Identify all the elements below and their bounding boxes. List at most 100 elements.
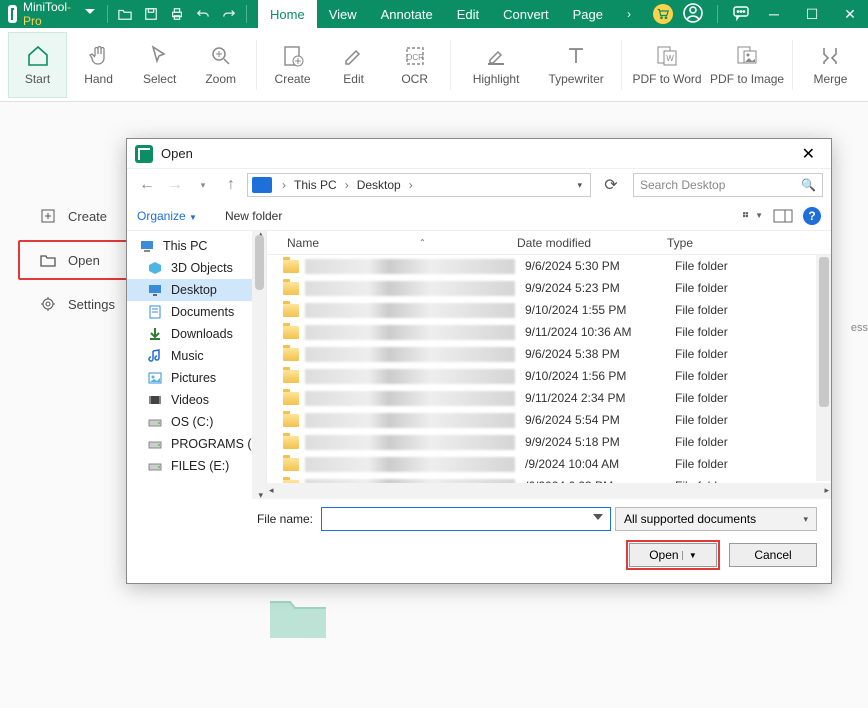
folder-icon — [283, 348, 299, 361]
file-row[interactable]: 9/6/2024 5:30 PMFile folder — [267, 255, 831, 277]
file-row[interactable]: 9/10/2024 1:55 PMFile folder — [267, 299, 831, 321]
create-button[interactable]: Create — [263, 32, 322, 98]
search-input[interactable]: Search Desktop 🔍 — [633, 173, 823, 197]
file-row[interactable]: /9/2024 10:04 AMFile folder — [267, 453, 831, 475]
tab-view[interactable]: View — [317, 0, 369, 28]
redo-icon[interactable] — [222, 6, 236, 22]
save-icon[interactable] — [144, 6, 158, 22]
preview-pane-icon[interactable] — [773, 208, 793, 224]
p2w-icon: W — [655, 44, 679, 68]
file-row[interactable]: /6/2024 6:23 PMFile folder — [267, 475, 831, 483]
folder-icon — [283, 458, 299, 471]
redacted-name — [305, 325, 515, 340]
file-type-select[interactable]: All supported documents▾ — [615, 507, 817, 531]
forward-button[interactable]: → — [163, 173, 187, 197]
dialog-toolbar: Organize ▼ New folder ▼ ? — [127, 201, 831, 231]
svg-text:OCR: OCR — [406, 53, 424, 62]
chevron-right-icon[interactable]: › — [621, 6, 637, 22]
minimize-button[interactable]: ─ — [760, 0, 788, 28]
file-row[interactable]: 9/11/2024 10:36 AMFile folder — [267, 321, 831, 343]
nav-desktop[interactable]: Desktop — [127, 279, 266, 301]
column-headers[interactable]: Name⌃ Date modified Type — [267, 231, 831, 255]
file-row[interactable]: 9/10/2024 1:56 PMFile folder — [267, 365, 831, 387]
zoom-button[interactable]: Zoom — [191, 32, 250, 98]
app-dropdown-icon[interactable] — [85, 9, 95, 19]
tab-annotate[interactable]: Annotate — [369, 0, 445, 28]
pdf-to-word-button[interactable]: WPDF to Word — [628, 32, 706, 98]
nav-scrollbar[interactable]: ▴▾ — [252, 231, 266, 499]
merge-icon — [818, 44, 842, 68]
nav-os--c--[interactable]: OS (C:) — [127, 411, 266, 433]
feedback-icon[interactable] — [732, 4, 750, 25]
file-hscrollbar[interactable]: ◂▸ — [267, 483, 831, 499]
down-icon — [147, 326, 163, 342]
video-icon — [147, 392, 163, 408]
pdf-to-image-button[interactable]: PDF to Image — [708, 32, 786, 98]
nav-pane: This PC3D ObjectsDesktopDocumentsDownloa… — [127, 231, 267, 499]
new-folder-button[interactable]: New folder — [225, 209, 282, 223]
nav-downloads[interactable]: Downloads — [127, 323, 266, 345]
folder-icon — [283, 260, 299, 273]
organize-menu[interactable]: Organize ▼ — [137, 209, 197, 223]
redacted-name — [305, 347, 515, 362]
open-button[interactable]: Open ▼ — [629, 543, 717, 567]
nav-documents[interactable]: Documents — [127, 301, 266, 323]
file-row[interactable]: 9/11/2024 2:34 PMFile folder — [267, 387, 831, 409]
recent-dropdown[interactable]: ▾ — [191, 173, 215, 197]
type-icon — [564, 44, 588, 68]
cart-icon[interactable] — [653, 4, 673, 24]
hand-button[interactable]: Hand — [69, 32, 128, 98]
edit-button[interactable]: Edit — [324, 32, 383, 98]
cancel-button[interactable]: Cancel — [729, 543, 817, 567]
folder-icon — [283, 436, 299, 449]
dialog-close-button[interactable]: ✕ — [794, 142, 823, 166]
tab-edit[interactable]: Edit — [445, 0, 491, 28]
back-button[interactable]: ← — [135, 173, 159, 197]
file-row[interactable]: 9/6/2024 5:54 PMFile folder — [267, 409, 831, 431]
undo-icon[interactable] — [196, 6, 210, 22]
app-logo-icon — [8, 5, 17, 23]
merge-button[interactable]: Merge — [801, 32, 860, 98]
tab-page[interactable]: Page — [561, 0, 615, 28]
highlight-button[interactable]: Highlight — [457, 32, 535, 98]
file-row[interactable]: 9/9/2024 5:23 PMFile folder — [267, 277, 831, 299]
nav-pictures[interactable]: Pictures — [127, 367, 266, 389]
desktop-icon — [147, 282, 163, 298]
breadcrumb[interactable]: › This PC › Desktop › ▾ — [247, 173, 591, 197]
titlebar: MiniTool-Pro HomeViewAnnotateEditConvert… — [0, 0, 868, 28]
nav-3d-objects[interactable]: 3D Objects — [127, 257, 266, 279]
refresh-button[interactable]: ⟳ — [599, 173, 623, 197]
file-vscrollbar[interactable] — [816, 255, 831, 481]
folder-icon — [283, 414, 299, 427]
help-icon[interactable]: ? — [803, 207, 821, 225]
file-name-dropdown-icon[interactable] — [593, 514, 603, 524]
nav-music[interactable]: Music — [127, 345, 266, 367]
tab-home[interactable]: Home — [258, 0, 317, 28]
up-button[interactable]: ↑ — [219, 173, 243, 197]
file-row[interactable]: 9/6/2024 5:38 PMFile folder — [267, 343, 831, 365]
ocr-button[interactable]: OCROCR — [385, 32, 444, 98]
nav-videos[interactable]: Videos — [127, 389, 266, 411]
open-file-icon[interactable] — [118, 6, 132, 22]
folder-icon — [283, 282, 299, 295]
view-options-icon[interactable]: ▼ — [743, 208, 763, 224]
redacted-name — [305, 303, 515, 318]
nav-this-pc[interactable]: This PC — [127, 235, 266, 257]
tab-convert[interactable]: Convert — [491, 0, 561, 28]
user-icon[interactable] — [683, 3, 703, 26]
start-button[interactable]: Start — [8, 32, 67, 98]
file-name-input[interactable] — [321, 507, 611, 531]
redacted-name — [305, 435, 515, 450]
home-icon — [26, 44, 50, 68]
maximize-button[interactable]: ☐ — [798, 0, 826, 28]
typewriter-button[interactable]: Typewriter — [537, 32, 615, 98]
ribbon: StartHandSelectZoomCreateEditOCROCRHighl… — [0, 28, 868, 102]
folder-watermark-icon — [268, 592, 328, 640]
nav-files--e--[interactable]: FILES (E:) — [127, 455, 266, 477]
file-row[interactable]: 9/9/2024 5:18 PMFile folder — [267, 431, 831, 453]
close-button[interactable]: ✕ — [836, 0, 864, 28]
select-button[interactable]: Select — [130, 32, 189, 98]
print-icon[interactable] — [170, 6, 184, 22]
music-icon — [147, 348, 163, 364]
nav-programs--d--[interactable]: PROGRAMS (D:) — [127, 433, 266, 455]
